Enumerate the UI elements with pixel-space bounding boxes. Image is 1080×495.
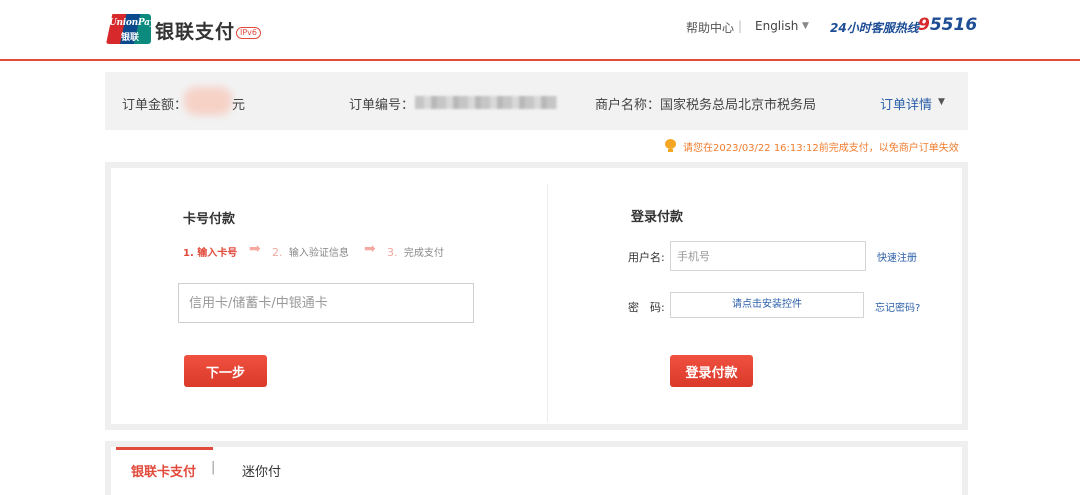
help-center-link[interactable]: 帮助中心 (686, 19, 734, 36)
arrow-right-icon: ➡ (249, 241, 261, 257)
username-label: 用户名: (628, 251, 665, 264)
payment-panel: 卡号付款 1. 输入卡号 ➡ 2. 输入验证信息 ➡ 3. 完成支付 下一步 登… (105, 162, 968, 430)
quick-register-link[interactable]: 快速注册 (877, 249, 917, 264)
top-header: UnionPay 银联 银联支付 IPv6 帮助中心 | English ▼ 2… (0, 0, 1080, 60)
login-pay-button[interactable]: 登录付款 (670, 355, 753, 387)
card-number-input[interactable] (178, 283, 474, 323)
forgot-password-link[interactable]: 忘记密码? (875, 299, 920, 314)
merchant-label: 商户名称： (595, 98, 661, 113)
header-separator: | (738, 19, 743, 33)
order-number-label: 订单编号： (349, 98, 415, 113)
section-divider (547, 184, 548, 422)
logo-subtext: 银联 (121, 33, 140, 43)
step-2: 2. 输入验证信息 (272, 246, 349, 259)
tabs-inner: 银联卡支付 | 迷你付 (111, 447, 962, 495)
payment-method-tabs: 银联卡支付 | 迷你付 (105, 441, 968, 495)
tab-unionpay-card[interactable]: 银联卡支付 (131, 461, 196, 480)
active-tab-indicator (116, 447, 213, 450)
card-payment-title: 卡号付款 (183, 212, 236, 227)
order-amount-redacted (184, 87, 232, 115)
lightbulb-icon (665, 139, 676, 153)
merchant-name: 国家税务总局北京市税务局 (660, 98, 817, 113)
hotline-label: 24小时客服热线 (830, 21, 919, 35)
username-input[interactable] (670, 241, 866, 271)
hotline-number: 95516 (918, 15, 978, 35)
install-plugin-box[interactable]: 请点击安装控件 (670, 292, 864, 318)
payment-deadline-notice: 请您在2023/03/22 16:13:12前完成支付，以免商户订单失效 (683, 143, 959, 154)
payment-panel-inner: 卡号付款 1. 输入卡号 ➡ 2. 输入验证信息 ➡ 3. 完成支付 下一步 登… (111, 168, 962, 424)
brand-name: 银联支付 (155, 21, 236, 43)
language-selector[interactable]: English (755, 19, 798, 33)
order-number-redacted (415, 96, 557, 109)
chevron-down-icon[interactable]: ▼ (802, 21, 809, 31)
arrow-right-icon: ➡ (364, 241, 376, 257)
unionpay-logo[interactable]: UnionPay 银联 (106, 14, 151, 44)
logo-text: UnionPay (109, 18, 151, 28)
header-divider (0, 59, 1080, 61)
login-payment-title: 登录付款 (631, 210, 684, 225)
order-summary-bar: 订单金额： 元 订单编号： 商户名称： 国家税务总局北京市税务局 订单详情 ▼ (105, 72, 968, 130)
ipv6-badge: IPv6 (236, 27, 262, 39)
step-3: 3. 完成支付 (387, 246, 444, 259)
tab-separator: | (211, 460, 216, 475)
order-amount-label: 订单金额： (122, 98, 188, 113)
caret-down-icon[interactable]: ▼ (938, 97, 945, 107)
step-1: 1. 输入卡号 (183, 248, 238, 259)
tab-mini-pay[interactable]: 迷你付 (242, 461, 281, 480)
order-details-link[interactable]: 订单详情 (880, 94, 932, 113)
password-label: 密 码: (628, 301, 665, 314)
order-amount-unit: 元 (232, 98, 246, 113)
next-step-button[interactable]: 下一步 (184, 355, 267, 387)
